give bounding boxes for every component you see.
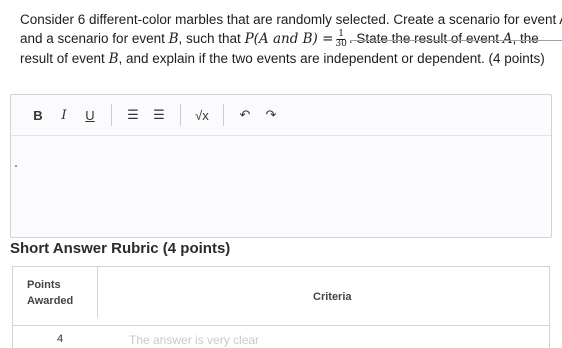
fraction-denominator: 30 xyxy=(335,38,347,49)
numbered-list-icon[interactable]: ☰ xyxy=(120,102,146,128)
question-text-fragment: , and explain if the two events are inde… xyxy=(118,51,545,66)
row-divider xyxy=(13,325,549,326)
editor-toolbar: B I U ☰ ☰ √x ↶ ↷ xyxy=(11,95,551,136)
header-points-awarded: Points Awarded xyxy=(27,277,73,309)
math-b: B xyxy=(108,51,119,67)
divider-line xyxy=(350,40,562,41)
question-line-3: result of event B, and explain if the tw… xyxy=(20,49,556,69)
redo-icon[interactable]: ↷ xyxy=(258,102,284,128)
rubric-title: Short Answer Rubric (4 points) xyxy=(10,240,231,257)
question-line-2: and a scenario for event B, such that P(… xyxy=(20,29,556,49)
math-b: B xyxy=(168,31,179,47)
math-probability: P(A and B) = xyxy=(244,31,334,47)
header-awarded-label: Awarded xyxy=(27,295,74,307)
rubric-table: Points Awarded Criteria 4 The answer is … xyxy=(12,266,550,348)
answer-textarea[interactable] xyxy=(11,136,551,237)
toolbar-separator xyxy=(180,104,181,126)
toolbar-separator xyxy=(223,104,224,126)
fraction: 1 30 xyxy=(335,29,347,49)
text-caret xyxy=(15,165,17,167)
math-a: A xyxy=(502,31,513,47)
undo-icon[interactable]: ↶ xyxy=(232,102,258,128)
question-text-fragment: . State the result of event xyxy=(348,31,503,46)
rubric-row-criteria: The answer is very clear xyxy=(129,333,260,347)
bold-button[interactable]: B xyxy=(25,102,51,128)
toolbar-separator xyxy=(111,104,112,126)
answer-editor[interactable]: B I U ☰ ☰ √x ↶ ↷ xyxy=(10,94,552,238)
underline-button[interactable]: U xyxy=(77,102,103,128)
header-points-label: Points xyxy=(27,279,61,291)
sqrt-icon[interactable]: √x xyxy=(189,102,215,128)
italic-button[interactable]: I xyxy=(51,102,77,128)
question-line-1: Consider 6 different-color marbles that … xyxy=(20,12,562,27)
rubric-row-points: 4 xyxy=(57,333,64,345)
bullet-list-icon[interactable]: ☰ xyxy=(146,102,172,128)
question-text-fragment: result of event xyxy=(20,51,109,66)
question-text-fragment: , such that xyxy=(178,31,245,46)
header-criteria: Criteria xyxy=(313,291,352,303)
column-divider xyxy=(97,267,98,318)
question-text-fragment: and a scenario for event xyxy=(20,31,169,46)
question-text-fragment: , the xyxy=(512,31,539,46)
